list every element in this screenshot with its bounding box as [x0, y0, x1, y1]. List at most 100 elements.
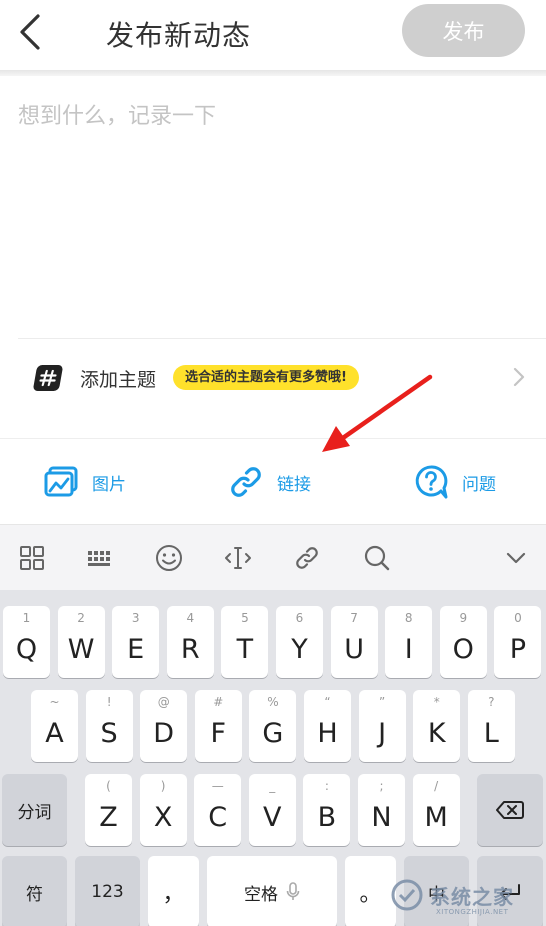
key-w[interactable]: 2W: [57, 606, 105, 678]
page-title: 发布新动态: [106, 19, 252, 52]
watermark-url: XITONGZHIJIA.NET: [436, 908, 509, 916]
key-secondary-label: 9: [459, 611, 468, 625]
key-h[interactable]: “H: [304, 690, 351, 762]
key-symbols[interactable]: 符: [2, 856, 67, 926]
key-q[interactable]: 1Q: [3, 606, 50, 678]
chevron-down-icon[interactable]: [501, 543, 531, 573]
key-k[interactable]: * K: [413, 690, 461, 762]
key-v[interactable]: _ V: [248, 774, 296, 846]
key-primary-label: B: [317, 802, 337, 833]
media-toolbar: 图片 链接 问题: [0, 440, 546, 524]
key-y[interactable]: 6Y: [276, 606, 323, 678]
key-label: 分词: [17, 802, 52, 823]
key-primary-label: V: [263, 802, 282, 833]
media-item-image[interactable]: 图片: [44, 464, 126, 500]
key-n[interactable]: ; N: [358, 774, 405, 846]
key-primary-label: K: [427, 718, 446, 749]
key-label: ，: [162, 882, 185, 907]
key-primary-label: R: [180, 634, 200, 665]
grid-icon[interactable]: [17, 543, 47, 573]
clipboard-link-icon[interactable]: [292, 543, 322, 573]
post-content-input[interactable]: [0, 76, 546, 338]
key-period[interactable]: 。: [345, 856, 396, 926]
key-secondary-label: 2: [77, 611, 85, 625]
key-d[interactable]: @ D: [140, 690, 188, 762]
key-label: 。: [359, 882, 382, 907]
app-header: 发布新动态 发布: [0, 0, 546, 70]
key-label: 123: [91, 882, 124, 902]
cursor-icon[interactable]: [223, 543, 253, 573]
key-primary-label: F: [210, 718, 227, 749]
key-secondary-label: ?: [488, 695, 495, 709]
keyboard-toolbar: [0, 524, 546, 590]
key-primary-label: M: [424, 802, 448, 833]
back-arrow-icon: [20, 14, 40, 50]
key-a[interactable]: ~ A: [31, 690, 78, 762]
key-secondary-label: —: [211, 779, 224, 793]
key-primary-label: L: [483, 718, 499, 749]
key-f[interactable]: # F: [194, 690, 242, 762]
back-button[interactable]: [12, 12, 48, 52]
keyboard-icon[interactable]: [85, 543, 115, 573]
key-secondary-label: ~: [49, 695, 60, 709]
key-p[interactable]: 0P: [494, 606, 542, 678]
section-separator: [0, 417, 546, 439]
key-backspace[interactable]: [477, 774, 543, 846]
key-primary-label: I: [404, 634, 413, 665]
key-secondary-label: 7: [350, 611, 358, 625]
add-topic-row[interactable]: 添加主题 选合适的主题会有更多赞哦!: [0, 339, 546, 417]
question-icon: [415, 465, 448, 499]
key-secondary-label: “: [324, 695, 331, 709]
key-comma[interactable]: ，: [148, 856, 199, 926]
key-primary-label: N: [371, 802, 392, 833]
media-item-question[interactable]: 问题: [414, 464, 496, 500]
media-item-link[interactable]: 链接: [229, 464, 311, 500]
topic-tip-badge: 选合适的主题会有更多赞哦!: [173, 365, 359, 390]
key-space[interactable]: 空格: [207, 856, 337, 926]
key-secondary-label: 6: [295, 611, 304, 625]
key-s[interactable]: ! S: [85, 690, 133, 762]
chevron-right-icon: [513, 367, 525, 387]
key-primary-label: C: [208, 802, 228, 833]
key-primary-label: S: [100, 718, 118, 749]
key-u[interactable]: 7U: [330, 606, 378, 678]
key-secondary-label: ): [160, 779, 166, 793]
key-label: 符: [26, 884, 43, 905]
key-secondary-label: 4: [186, 611, 195, 625]
key-secondary-label: %: [267, 695, 279, 709]
emoji-icon[interactable]: [154, 543, 184, 573]
key-z[interactable]: (Z: [85, 774, 132, 846]
key-secondary-label: ;: [379, 779, 384, 793]
key-b[interactable]: :B: [303, 774, 351, 846]
key-j[interactable]: ” J: [358, 690, 406, 762]
microphone-icon: [286, 882, 300, 900]
key-primary-label: J: [378, 718, 387, 749]
key-g[interactable]: % G: [249, 690, 297, 762]
watermark-logo-icon: [391, 879, 423, 911]
key-m[interactable]: / M: [412, 774, 460, 846]
search-icon[interactable]: [362, 543, 392, 573]
key-secondary-label: 0: [514, 611, 522, 625]
media-label-link: 链接: [277, 474, 311, 495]
key-e[interactable]: 3E: [112, 606, 160, 678]
add-topic-label: 添加主题: [80, 369, 157, 391]
key-secondary-label: #: [213, 695, 224, 709]
key-primary-label: Y: [291, 634, 308, 665]
key-primary-label: G: [262, 718, 284, 749]
key-l[interactable]: ? L: [467, 690, 515, 762]
key-secondary-label: ”: [378, 695, 386, 709]
key-segment[interactable]: 分词: [2, 774, 67, 846]
key-primary-label: P: [509, 634, 527, 665]
key-t[interactable]: 5T: [221, 606, 269, 678]
key-i[interactable]: 8I: [385, 606, 433, 678]
key-primary-label: O: [452, 634, 474, 665]
key-o[interactable]: 9O: [439, 606, 487, 678]
key-secondary-label: 5: [241, 611, 249, 625]
publish-button[interactable]: 发布: [402, 4, 525, 57]
key-numbers[interactable]: 123: [75, 856, 140, 926]
key-x[interactable]: ) X: [139, 774, 187, 846]
key-secondary-label: @: [157, 695, 170, 709]
key-c[interactable]: — C: [194, 774, 242, 846]
key-secondary-label: :: [324, 779, 329, 793]
key-r[interactable]: 4R: [166, 606, 214, 678]
